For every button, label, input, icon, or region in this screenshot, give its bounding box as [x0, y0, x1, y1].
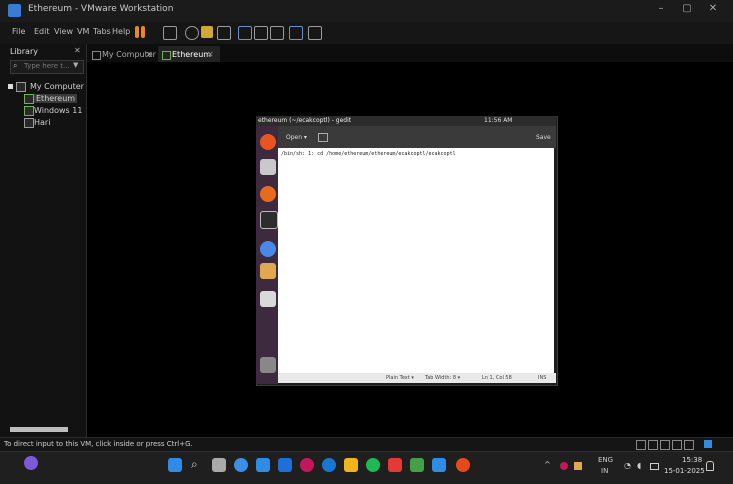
language-selector[interactable]: Plain Text ▾ — [386, 375, 414, 381]
menu-help[interactable]: Help — [112, 27, 130, 36]
battery-icon[interactable] — [650, 463, 659, 470]
device-icon[interactable] — [684, 440, 694, 450]
new-document-icon[interactable] — [318, 133, 328, 142]
trash-icon[interactable] — [260, 357, 276, 373]
message-log-icon[interactable] — [704, 440, 712, 448]
editor-text: /bin/sh: 1: cd /home/ethereum/ethereum/e… — [281, 151, 456, 157]
start-icon[interactable] — [168, 458, 182, 472]
files-icon[interactable] — [260, 159, 276, 175]
spotify-icon[interactable] — [366, 458, 380, 472]
send-keys-icon[interactable] — [163, 26, 177, 40]
terminal-icon[interactable] — [260, 211, 278, 229]
thumbnail-bar-icon[interactable] — [254, 26, 268, 40]
tab-close-icon[interactable]: ✕ — [146, 50, 153, 59]
chrome-taskbar-icon[interactable] — [322, 458, 336, 472]
language-region[interactable]: IN — [601, 467, 608, 475]
app-icon[interactable] — [410, 458, 424, 472]
snapshot-icon[interactable] — [185, 26, 199, 40]
search-icon[interactable]: ⌕ — [191, 457, 198, 472]
photos-icon[interactable] — [278, 458, 292, 472]
taskbar-date[interactable]: 15-01-2025 — [664, 467, 705, 475]
mcafee-icon[interactable] — [300, 458, 314, 472]
language-indicator[interactable]: ENG — [598, 456, 613, 464]
vmware-app-icon — [8, 4, 21, 17]
minimize-button[interactable]: – — [654, 3, 668, 14]
search-icon: ⌕ — [13, 61, 18, 70]
app-icon[interactable] — [456, 458, 470, 472]
ubuntu-dash-icon[interactable] — [260, 134, 276, 150]
show-library-icon[interactable] — [238, 26, 252, 40]
text-editor-area[interactable] — [278, 148, 554, 373]
weather-widget-icon[interactable] — [24, 456, 38, 470]
app-icon[interactable] — [388, 458, 402, 472]
menu-file[interactable]: File — [12, 27, 25, 36]
tab-close-icon[interactable]: ✕ — [207, 50, 214, 59]
edge-icon[interactable] — [234, 458, 248, 472]
notification-icon[interactable] — [706, 461, 714, 471]
vm-icon — [24, 118, 34, 128]
library-close-icon[interactable]: ✕ — [74, 46, 81, 55]
tree-item-windows-11[interactable]: Windows 11 — [34, 106, 82, 115]
vmware-taskbar-icon[interactable] — [432, 458, 446, 472]
volume-icon[interactable]: ◖ — [637, 461, 641, 470]
insert-mode: INS — [538, 375, 547, 381]
menu-view[interactable]: View — [54, 27, 73, 36]
device-icon[interactable] — [672, 440, 682, 450]
chevron-down-icon[interactable]: ▼ — [73, 61, 78, 69]
library-title: Library — [10, 47, 38, 56]
task-view-icon[interactable] — [212, 458, 226, 472]
firefox-icon[interactable] — [260, 186, 276, 202]
tree-item-my-computer[interactable]: My Computer — [30, 82, 84, 91]
vm-status-text: To direct input to this VM, click inside… — [4, 440, 193, 448]
tree-collapse-icon[interactable] — [8, 84, 13, 89]
tab-ethereum[interactable]: Ethereum — [172, 50, 211, 59]
library-search-placeholder: Type here t... — [24, 62, 70, 70]
menu-edit[interactable]: Edit — [34, 27, 50, 36]
menu-vm[interactable]: VM — [77, 27, 89, 36]
open-button[interactable]: Open ▾ — [286, 134, 307, 141]
wifi-icon[interactable]: ◔ — [624, 461, 631, 470]
store-icon[interactable] — [256, 458, 270, 472]
vm-running-icon — [24, 94, 34, 104]
tree-item-ethereum[interactable]: Ethereum — [34, 94, 78, 103]
text-editor-icon[interactable] — [260, 291, 276, 307]
ubuntu-tray-clock[interactable]: 11:56 AM — [484, 117, 512, 124]
manage-snapshots-icon[interactable] — [217, 26, 231, 40]
computer-icon — [16, 82, 26, 92]
vm-icon — [24, 106, 34, 116]
tab-width-selector[interactable]: Tab Width: 8 ▾ — [425, 375, 460, 381]
gedit-status-bar — [278, 373, 556, 383]
window-title: Ethereum - VMware Workstation — [28, 4, 174, 14]
tree-item-hari[interactable]: Hari — [34, 118, 50, 127]
library-scrollbar[interactable] — [10, 427, 68, 432]
full-screen-icon[interactable] — [270, 26, 284, 40]
device-icon[interactable] — [636, 440, 646, 450]
tray-app-icon[interactable] — [560, 462, 568, 470]
chrome-icon[interactable] — [260, 241, 276, 257]
software-center-icon[interactable] — [260, 263, 276, 279]
tray-app-icon[interactable] — [574, 462, 582, 470]
taskbar-time[interactable]: 15:38 — [682, 456, 702, 464]
console-view-icon[interactable] — [308, 26, 322, 40]
revert-snapshot-icon[interactable] — [201, 26, 213, 38]
pause-icon[interactable] — [135, 26, 139, 38]
show-hidden-icons[interactable]: ^ — [544, 460, 551, 469]
cursor-position: Ln 1, Col 58 — [482, 375, 512, 381]
maximize-button[interactable]: ▢ — [680, 3, 694, 14]
device-icon[interactable] — [660, 440, 670, 450]
gedit-window-title: ethereum (~/ecakcoptl) - gedit — [258, 117, 352, 124]
save-button[interactable]: Save — [536, 134, 551, 141]
home-tab-icon — [92, 51, 101, 60]
pause-icon-bar — [141, 26, 145, 38]
unity-icon[interactable] — [289, 26, 303, 40]
close-button[interactable]: ✕ — [706, 3, 720, 14]
device-icon[interactable] — [648, 440, 658, 450]
menu-tabs[interactable]: Tabs — [93, 27, 111, 36]
file-explorer-icon[interactable] — [344, 458, 358, 472]
vm-tab-icon — [162, 51, 171, 60]
